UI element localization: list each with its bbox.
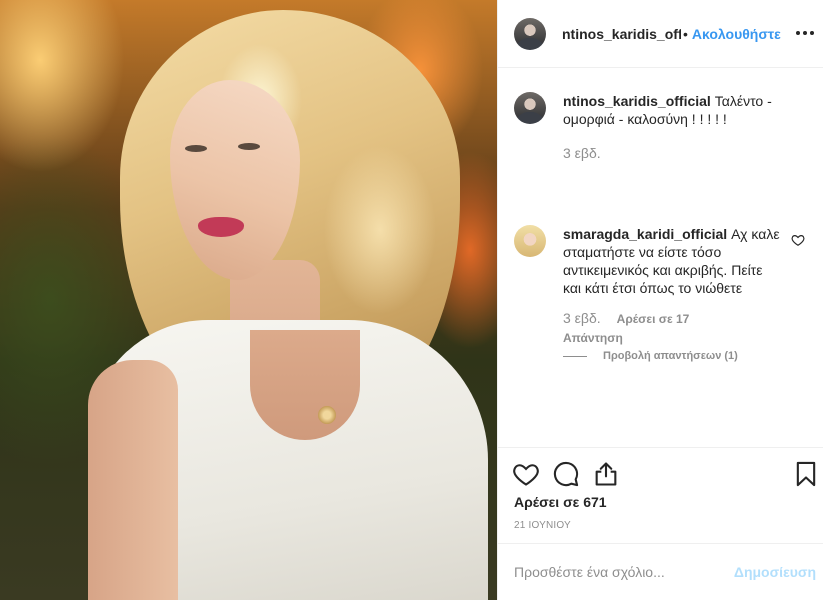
- author-username[interactable]: ntinos_karidis_official: [562, 26, 681, 42]
- more-options-icon[interactable]: [794, 22, 816, 44]
- view-replies-label: Προβολή απαντήσεων (1): [603, 350, 738, 362]
- add-comment-input[interactable]: [514, 564, 724, 580]
- comment-reply-button[interactable]: Απάντηση: [563, 329, 793, 347]
- caption-author-avatar[interactable]: [514, 92, 546, 124]
- caption-time[interactable]: 3 εβδ.: [563, 144, 781, 162]
- comment-meta: 3 εβδ. Αρέσει σε 17 Απάντηση: [563, 309, 793, 347]
- comment-time[interactable]: 3 εβδ.: [563, 309, 601, 327]
- replies-divider-line: [563, 355, 587, 357]
- photo-arm: [88, 360, 178, 600]
- photo-eye-left: [185, 145, 207, 152]
- caption: ntinos_karidis_official Ταλέντο - ομορφι…: [514, 92, 814, 162]
- comment-item: smaragda_karidi_official Αχ καλε σταματή…: [514, 225, 814, 347]
- comment-bubble-icon[interactable]: [552, 460, 580, 488]
- photo-pendant: [318, 406, 336, 424]
- author-avatar[interactable]: [514, 17, 546, 50]
- header-separator: •: [683, 25, 688, 42]
- post-side-panel: ntinos_karidis_official • Ακολουθήστε nt…: [497, 0, 823, 600]
- save-bookmark-icon[interactable]: [792, 460, 820, 488]
- photo-neckline: [250, 330, 360, 440]
- post-likes-count[interactable]: Αρέσει σε 671: [514, 494, 607, 510]
- caption-username[interactable]: ntinos_karidis_official: [563, 93, 711, 109]
- post-photo[interactable]: [0, 0, 497, 600]
- like-heart-icon[interactable]: [512, 460, 540, 488]
- comment-author-avatar[interactable]: [514, 225, 546, 257]
- comment-like-heart-icon[interactable]: [791, 233, 805, 247]
- share-icon[interactable]: [592, 460, 620, 488]
- add-comment-bar: Δημοσίευση: [498, 543, 823, 600]
- view-replies-button[interactable]: Προβολή απαντήσεων (1): [563, 350, 738, 362]
- comment-likes[interactable]: Αρέσει σε 17: [617, 310, 690, 328]
- follow-button[interactable]: Ακολουθήστε: [692, 26, 781, 42]
- photo-eye-right: [238, 143, 260, 150]
- post-date[interactable]: 21 ΙΟΥΝΙΟΥ: [514, 520, 571, 531]
- post-comment-button[interactable]: Δημοσίευση: [734, 564, 816, 580]
- comment-username[interactable]: smaragda_karidi_official: [563, 226, 727, 242]
- post-header: ntinos_karidis_official • Ακολουθήστε: [498, 0, 823, 68]
- post-actions: Αρέσει σε 671 21 ΙΟΥΝΙΟΥ: [498, 447, 823, 547]
